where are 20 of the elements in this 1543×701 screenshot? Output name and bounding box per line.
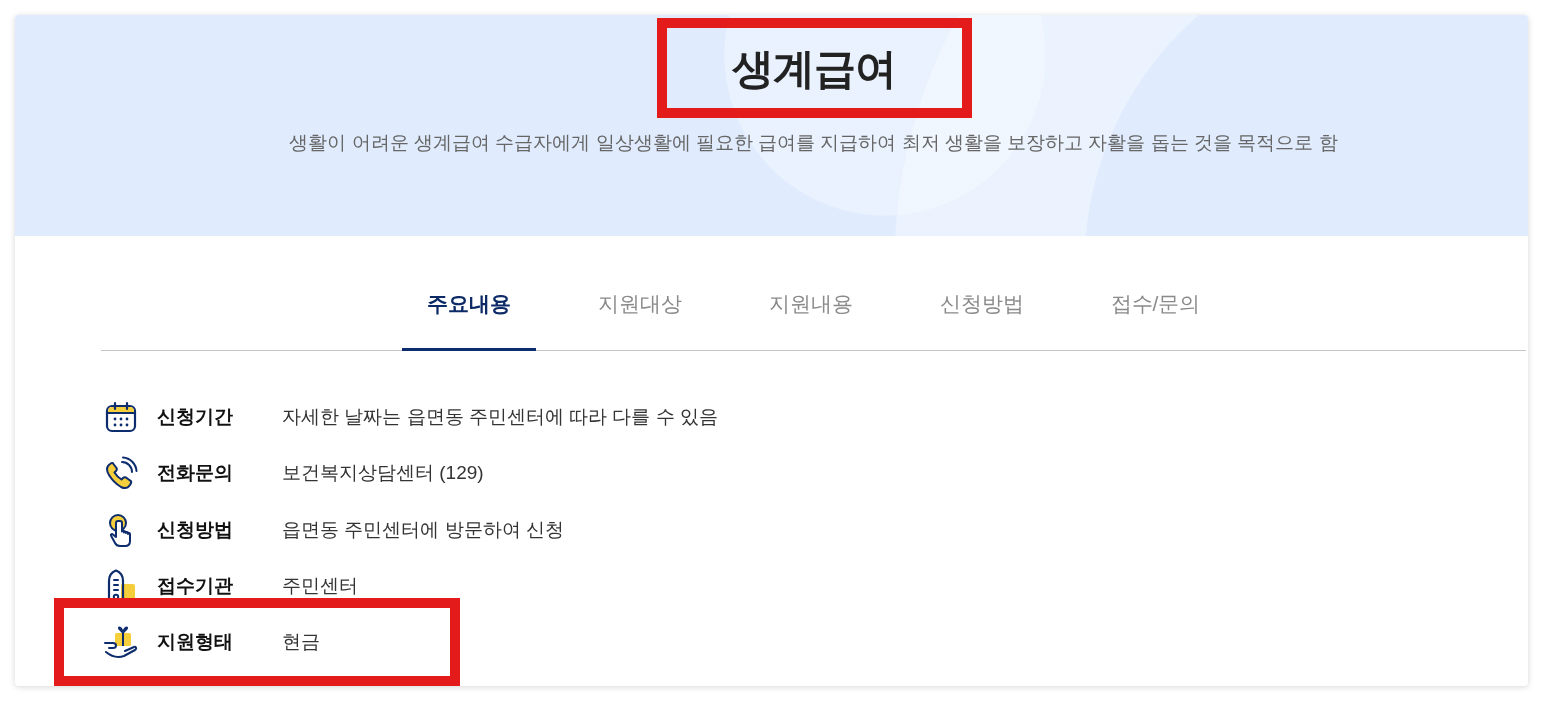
- info-value: 주민센터: [282, 573, 358, 598]
- gift-hand-icon: [104, 625, 138, 660]
- info-value: 자세한 날짜는 읍면동 주민센터에 따라 다를 수 있음: [282, 405, 718, 430]
- tab[interactable]: 주요내용: [401, 279, 536, 351]
- info-label: 신청기간: [157, 405, 234, 430]
- page-title: 생계급여: [731, 44, 896, 94]
- info-label: 접수기관: [157, 573, 234, 598]
- page-description: 생활이 어려운 생계급여 수급자에게 일상생활에 필요한 급여를 지급하여 최저 생활을 보장하고 자활을 돕는 것을 목적으로 함: [288, 131, 1339, 155]
- info-value: 현금: [282, 630, 320, 655]
- info-value: 보건복지상담센터 (129): [282, 461, 484, 486]
- info-label: 지원형태: [157, 630, 234, 655]
- calendar-icon: [104, 400, 138, 435]
- tab[interactable]: 지원내용: [743, 279, 878, 351]
- phone-icon: [104, 456, 138, 491]
- info-value: 읍면동 주민센터에 방문하여 신청: [282, 517, 564, 542]
- tab[interactable]: 신청방법: [914, 279, 1049, 351]
- tab[interactable]: 접수/문의: [1085, 279, 1226, 351]
- tab[interactable]: 지원대상: [572, 279, 707, 351]
- info-label: 전화문의: [157, 461, 234, 486]
- info-label: 신청방법: [157, 517, 234, 542]
